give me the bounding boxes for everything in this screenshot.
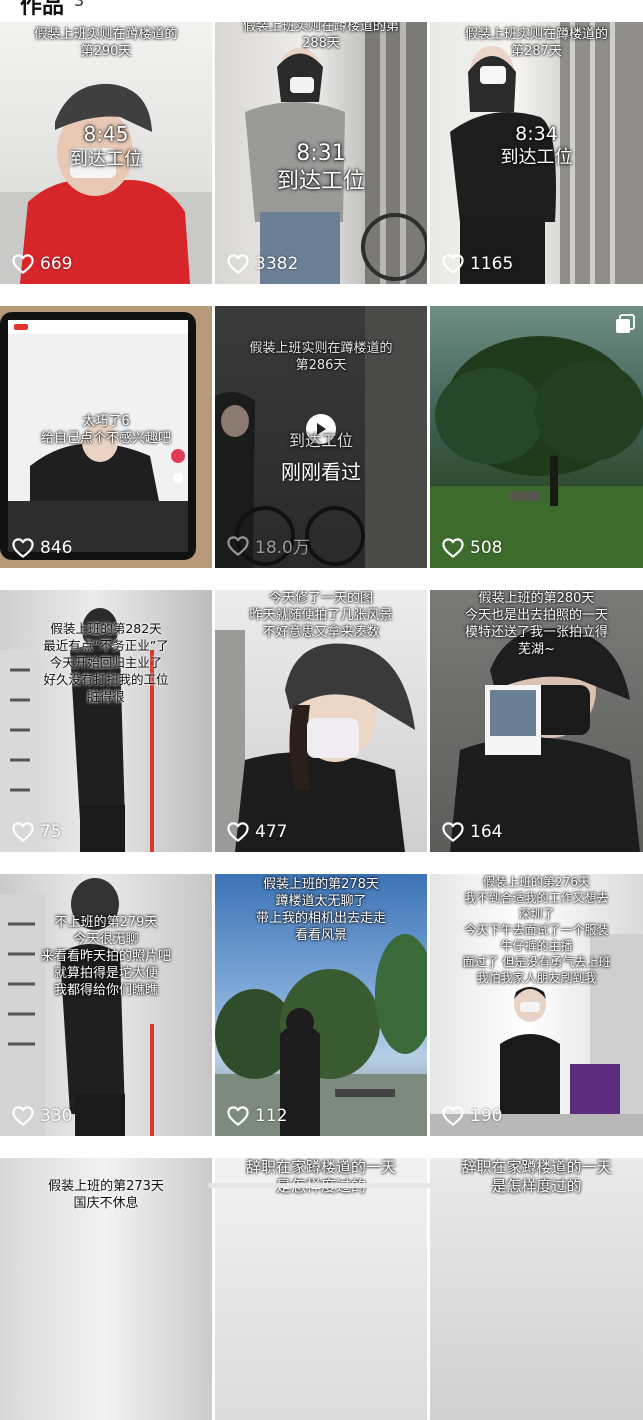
video-caption: 不上班的第279天 今天很无聊 来看看昨天拍的照片吧 就算拍得是坨大便 我都得给… — [40, 915, 171, 998]
like-count: 1165 — [442, 254, 513, 274]
like-count-value: 846 — [40, 538, 73, 558]
like-count-value: 164 — [470, 822, 503, 842]
like-count: 508 — [442, 538, 502, 558]
video-caption: 假装上班的第278天 蹲楼道太无聊了 带上我的相机出去走走 看看风景 — [255, 877, 386, 943]
video-tile[interactable]: 假装上班实则在蹲楼道的 第290天 8:45 到达工位 669 — [0, 22, 212, 284]
like-count: 18.0万 — [227, 533, 310, 558]
like-count-value: 3382 — [255, 254, 299, 274]
video-tile[interactable]: 今天修了一天的图 昨天就随便拍了几张风景 不好意思又拿来凑数 477 — [215, 590, 427, 852]
heart-icon — [227, 1106, 249, 1126]
like-count: 190 — [442, 1106, 502, 1126]
profile-tab-header: 作品 3 — [0, 0, 643, 22]
like-count-value: 477 — [255, 822, 288, 842]
video-arrive-text: 到达工位 — [276, 169, 365, 194]
video-arrive-text: 到达工位 — [70, 149, 142, 170]
video-caption: 太巧了6 给自己点个不感兴趣吧 — [40, 414, 171, 446]
video-tile[interactable]: 假装上班实则在蹲楼道的 第286天 到达工位 刚刚看过 18.0万 — [215, 306, 427, 568]
heart-icon — [227, 254, 249, 274]
works-count: 3 — [74, 0, 85, 10]
heart-icon — [12, 538, 34, 558]
photo-thumbnail — [430, 336, 643, 568]
heart-icon — [12, 254, 34, 274]
video-tile[interactable]: 太巧了6 给自己点个不感兴趣吧 846 — [0, 306, 212, 568]
video-caption: 假装上班的第280天 今天也是出去拍照的一天 模特还送了我一张拍立得 芜湖~ — [464, 591, 608, 657]
video-tile[interactable]: 假装上班的第278天 蹲楼道太无聊了 带上我的相机出去走走 看看风景 112 — [215, 874, 427, 1136]
works-tab-title[interactable]: 作品 — [20, 0, 64, 20]
video-tile[interactable]: 假装上班实则在蹲楼道的 第287天 8:34 到达工位 1165 — [430, 22, 643, 284]
like-count: 164 — [442, 822, 502, 842]
like-count: 3382 — [227, 254, 298, 274]
like-count-value: 508 — [470, 538, 503, 558]
heart-icon — [12, 822, 34, 842]
multi-image-icon — [615, 314, 635, 334]
like-count-value: 669 — [40, 254, 73, 274]
video-tile[interactable]: 不上班的第279天 今天很无聊 来看看昨天拍的照片吧 就算拍得是坨大便 我都得给… — [0, 874, 212, 1136]
heart-icon — [12, 1106, 34, 1126]
video-caption: 假装上班实则在蹲楼道的 第290天 — [34, 27, 178, 59]
like-count: 846 — [12, 538, 72, 558]
heart-icon — [227, 822, 249, 842]
video-grid: 假装上班实则在蹲楼道的 第290天 8:45 到达工位 669 假装上班实则在蹲… — [0, 22, 643, 1420]
video-caption: 辞职在家蹲楼道的一天 是怎样度过的 — [245, 1158, 396, 1195]
heart-icon — [227, 536, 249, 556]
like-count: 330 — [12, 1106, 72, 1126]
like-count-value: 75 — [40, 822, 62, 842]
video-tile[interactable]: 假装上班的第273天 国庆不休息 — [0, 1158, 212, 1420]
video-arrive-text: 到达工位 — [288, 431, 353, 450]
like-count-value: 112 — [255, 1106, 288, 1126]
video-tile[interactable]: 辞职在家蹲楼道的一天 是怎样度过的 — [430, 1158, 643, 1420]
watched-label: 刚刚看过 — [281, 460, 361, 484]
like-count: 75 — [12, 822, 62, 842]
like-count: 477 — [227, 822, 287, 842]
like-count-value: 330 — [40, 1106, 73, 1126]
video-caption: 辞职在家蹲楼道的一天 是怎样度过的 — [461, 1158, 612, 1195]
like-count: 669 — [12, 254, 72, 274]
video-caption: 假装上班的第276天 我不到合适我的工作又想去 深圳了 今天下午去面试了一个服装… — [462, 875, 611, 985]
heart-icon — [442, 538, 464, 558]
heart-icon — [442, 822, 464, 842]
like-count-value: 1165 — [470, 254, 514, 274]
video-caption: 假装上班实则在蹲楼道的 第286天 — [249, 341, 393, 373]
like-count-value: 18.0万 — [255, 538, 310, 558]
video-caption: 假装上班实则在蹲楼道的 第287天 — [464, 27, 608, 59]
video-tile[interactable]: 假装上班的第282天 最近有点“不务正业”了 今天开始回归主业了 好久没有打扫我… — [0, 590, 212, 852]
video-time-text: 8:45 — [83, 122, 129, 146]
heart-icon — [442, 1106, 464, 1126]
video-tile[interactable]: 辞职在家蹲楼道的一天 是怎样度过的 — [215, 1158, 427, 1420]
video-tile[interactable]: 假装上班的第276天 我不到合适我的工作又想去 深圳了 今天下午去面试了一个服装… — [430, 874, 643, 1136]
video-time-text: 8:31 — [296, 141, 346, 166]
video-caption: 假装上班的第273天 国庆不休息 — [48, 1179, 164, 1211]
video-tile[interactable]: 假装上班实则在蹲楼道的第 288天 8:31 到达工位 3382 — [215, 22, 427, 284]
home-indicator[interactable] — [208, 1183, 436, 1188]
heart-icon — [442, 254, 464, 274]
video-caption: 假装上班的第282天 最近有点“不务正业”了 今天开始回归主业了 好久没有打扫我… — [43, 621, 169, 704]
video-caption: 今天修了一天的图 昨天就随便拍了几张风景 不好意思又拿来凑数 — [249, 591, 393, 640]
video-time-text: 8:34 — [515, 123, 558, 145]
like-count: 112 — [227, 1106, 287, 1126]
video-tile[interactable]: 假装上班的第280天 今天也是出去拍照的一天 模特还送了我一张拍立得 芜湖~ 1… — [430, 590, 643, 852]
like-count-value: 190 — [470, 1106, 503, 1126]
video-caption: 假装上班实则在蹲楼道的第 288天 — [242, 22, 399, 51]
photo-tile[interactable]: 508 — [430, 306, 643, 568]
video-arrive-text: 到达工位 — [500, 147, 573, 168]
